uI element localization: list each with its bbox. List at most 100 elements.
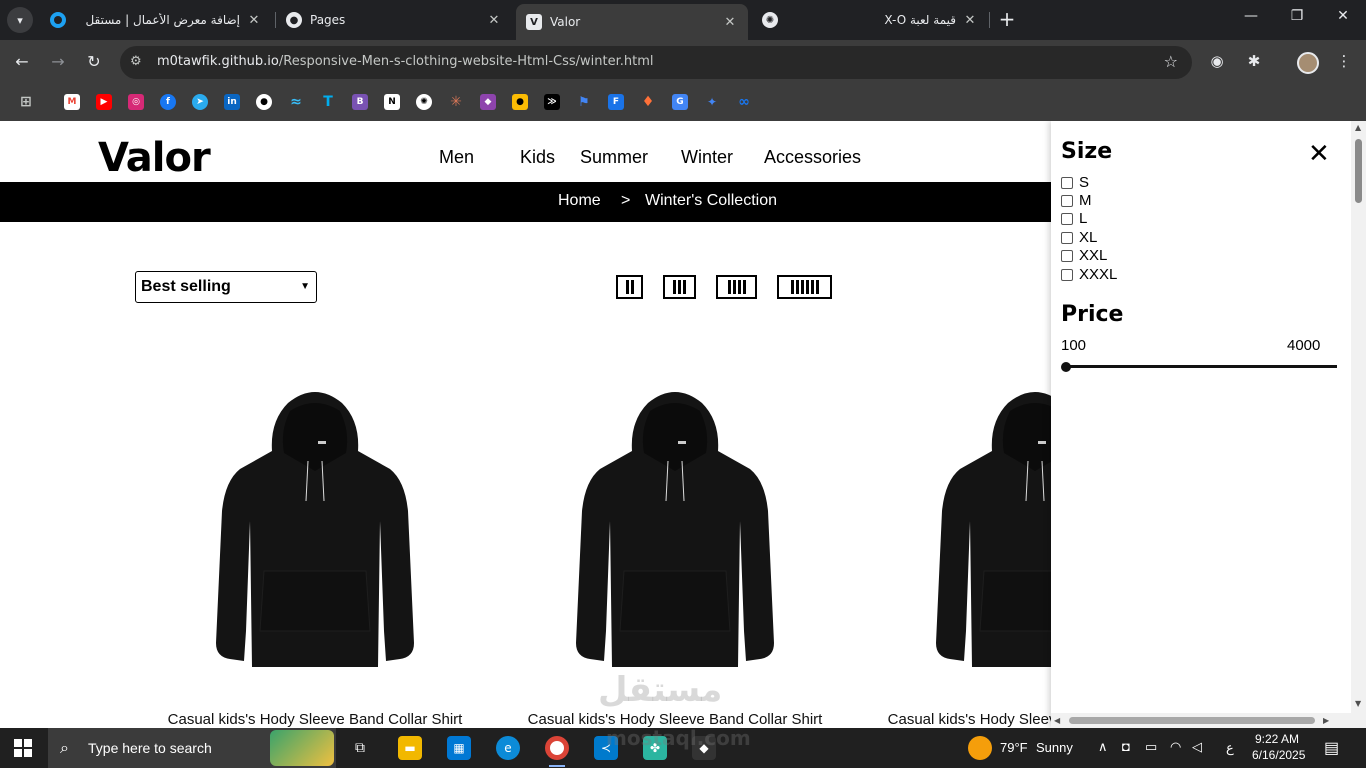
grid-3-columns-button[interactable] (663, 275, 696, 299)
nav-men[interactable]: Men (439, 147, 474, 168)
checkbox[interactable] (1061, 176, 1073, 189)
forms-icon[interactable]: F (608, 94, 624, 110)
product-title[interactable]: Casual kids's Hody Sleeve Band Collar Sh… (145, 711, 485, 728)
back-arrow-icon[interactable]: ← (11, 52, 33, 71)
tab-mostaql[interactable]: إضافة معرض الأعمال | مستقل ✕ (40, 4, 272, 36)
gmail-icon[interactable]: M (64, 94, 80, 110)
minimize-icon[interactable]: — (1241, 8, 1261, 24)
vertical-scroll-thumb[interactable] (1355, 139, 1362, 203)
checkbox[interactable] (1061, 268, 1073, 281)
site-logo[interactable]: Valor (98, 135, 211, 181)
size-option-m[interactable]: M (1061, 192, 1092, 209)
reload-icon[interactable]: ↻ (83, 52, 105, 71)
sort-select[interactable]: Best selling ▼ (135, 271, 317, 303)
size-option-s[interactable]: S (1061, 174, 1089, 191)
tab-valor[interactable]: V Valor ✕ (516, 4, 748, 40)
bookmark-star-icon[interactable]: ☆ (1164, 52, 1178, 71)
firebase-icon[interactable]: ♦ (640, 94, 656, 110)
price-slider-track[interactable] (1063, 365, 1337, 368)
close-icon[interactable]: ✕ (1308, 139, 1330, 169)
scroll-down-icon[interactable]: ▼ (1355, 699, 1361, 708)
tray-chevron-up-icon[interactable]: ∧ (1098, 739, 1108, 755)
checkbox[interactable] (1061, 194, 1073, 207)
nav-summer[interactable]: Summer (580, 147, 648, 168)
store-icon[interactable]: ▦ (447, 736, 471, 760)
grid-2-columns-button[interactable] (616, 275, 643, 299)
size-option-xxl[interactable]: XXL (1061, 247, 1107, 264)
tab-search-button[interactable]: ▾ (7, 7, 33, 33)
price-slider-handle[interactable] (1061, 362, 1071, 372)
checkbox[interactable] (1061, 212, 1073, 225)
site-info-icon[interactable]: ⚙ (130, 54, 142, 69)
claude-icon[interactable]: ✳ (448, 94, 464, 110)
meta-icon[interactable]: ∞ (736, 94, 752, 110)
new-tab-button[interactable]: + (996, 8, 1018, 30)
clock-time[interactable]: 9:22 AM (1255, 732, 1299, 746)
edge-icon[interactable]: e (496, 736, 520, 760)
task-view-icon[interactable]: ⧉ (348, 736, 372, 760)
kebab-menu-icon[interactable]: ⋮ (1333, 52, 1355, 70)
weather-icon[interactable] (968, 736, 992, 760)
instagram-icon[interactable]: ◎ (128, 94, 144, 110)
tab-xo[interactable]: ✺ قيمة لعبة X-O ✕ (752, 4, 988, 36)
size-option-xxxl[interactable]: XXXL (1061, 266, 1117, 283)
telegram-icon[interactable]: ➤ (192, 94, 208, 110)
notion-icon[interactable]: N (384, 94, 400, 110)
horizontal-scrollbar[interactable]: ◀ ▶ (1051, 713, 1351, 728)
grid-6-columns-button[interactable] (777, 275, 832, 299)
assistant-icon[interactable]: ✦ (704, 94, 720, 110)
wifi-icon[interactable]: ◠ (1170, 739, 1181, 755)
nav-accessories[interactable]: Accessories (764, 147, 861, 168)
restore-icon[interactable]: ❐ (1287, 8, 1307, 24)
horizontal-scroll-thumb[interactable] (1069, 717, 1315, 724)
size-option-l[interactable]: L (1061, 210, 1087, 227)
clock-date[interactable]: 6/16/2025 (1252, 748, 1305, 762)
grid-4-columns-button[interactable] (716, 275, 757, 299)
copilot-icon[interactable]: ◆ (480, 94, 496, 110)
checkbox[interactable] (1061, 249, 1073, 262)
size-option-xl[interactable]: XL (1061, 229, 1097, 246)
extensions-puzzle-icon[interactable]: ✱ (1243, 52, 1265, 70)
chrome-icon[interactable] (545, 736, 569, 760)
breadcrumb-home[interactable]: Home (558, 192, 601, 210)
forward-arrow-icon[interactable]: → (47, 52, 69, 71)
volume-icon[interactable]: ◁ (1192, 739, 1202, 755)
battery-icon[interactable]: ▭ (1145, 739, 1157, 755)
translate-icon[interactable]: G (672, 94, 688, 110)
weather-desc[interactable]: Sunny (1036, 740, 1073, 755)
keep-icon[interactable]: ● (512, 94, 528, 110)
scroll-right-icon[interactable]: ▶ (1323, 716, 1329, 725)
url-text[interactable]: m0tawfik.github.io/Responsive-Men-s-clot… (157, 54, 654, 69)
tailwind-icon[interactable]: ≈ (288, 94, 304, 110)
address-bar[interactable]: ⚙ m0tawfik.github.io/Responsive-Men-s-cl… (120, 46, 1192, 79)
extension-owl-icon[interactable]: ◉ (1206, 52, 1228, 70)
taskbar-search[interactable]: ⌕ Type here to search (48, 728, 336, 768)
weather-temp[interactable]: 79°F (1000, 740, 1028, 755)
window-close-icon[interactable]: ✕ (1333, 8, 1353, 24)
chatgpt-icon[interactable]: ✺ (416, 94, 432, 110)
apps-grid-icon[interactable]: ⊞ (18, 94, 34, 110)
github-icon[interactable]: ● (256, 94, 272, 110)
product-card[interactable]: Casual kids's Hody Sleeve Band Collar Sh… (145, 381, 485, 728)
linkedin-icon[interactable]: in (224, 94, 240, 110)
scroll-up-icon[interactable]: ▲ (1355, 123, 1361, 132)
facebook-icon[interactable]: f (160, 94, 176, 110)
checkbox[interactable] (1061, 231, 1073, 244)
close-tab-icon[interactable]: ✕ (962, 13, 978, 28)
nav-winter[interactable]: Winter (681, 147, 733, 168)
camera-icon[interactable]: ◘ (1122, 739, 1130, 754)
nav-kids[interactable]: Kids (520, 147, 555, 168)
profile-avatar[interactable] (1297, 52, 1319, 74)
terminal-icon[interactable]: ≫ (544, 94, 560, 110)
bootstrap-icon[interactable]: B (352, 94, 368, 110)
close-tab-icon[interactable]: ✕ (486, 13, 502, 28)
vertical-scrollbar[interactable]: ▲ ▼ (1351, 121, 1366, 728)
close-tab-icon[interactable]: ✕ (246, 13, 262, 28)
toolkit-icon[interactable]: T (320, 94, 336, 110)
tab-pages[interactable]: ● Pages ✕ (276, 4, 512, 36)
notification-icon[interactable]: ▤ (1324, 738, 1339, 758)
file-explorer-icon[interactable]: ▬ (398, 736, 422, 760)
flag-icon[interactable]: ⚑ (576, 94, 592, 110)
language-indicator[interactable]: ع (1226, 740, 1234, 756)
scroll-left-icon[interactable]: ◀ (1054, 716, 1060, 725)
